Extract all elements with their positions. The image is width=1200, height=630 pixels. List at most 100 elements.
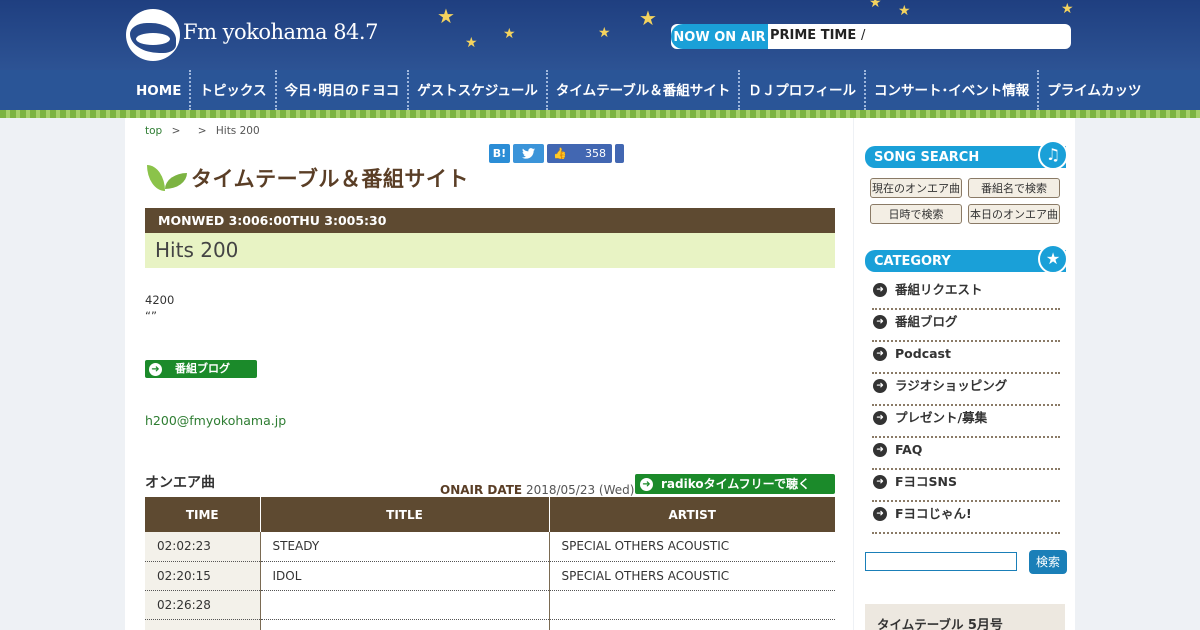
star-icon: ★ xyxy=(1061,1,1074,17)
nav-prime-cuts[interactable]: プライムカッツ xyxy=(1039,70,1149,110)
star-icon: ★ xyxy=(869,0,882,11)
section-title-text: タイムテーブル＆番組サイト xyxy=(191,167,469,191)
star-icon: ★ xyxy=(598,25,611,41)
table-row: 02:02:23 STEADY SPECIAL OTHERS ACOUSTIC xyxy=(145,532,835,562)
radiko-timefree-label: radikoタイムフリーで聴く xyxy=(661,477,810,491)
arrow-right-icon: ➜ xyxy=(873,315,887,329)
arrow-right-icon: ➜ xyxy=(873,411,887,425)
on-air-program: PRIME TIME xyxy=(770,28,857,43)
logo-icon[interactable] xyxy=(126,9,180,61)
twitter-button[interactable] xyxy=(513,144,544,163)
song-title: IDOL xyxy=(259,561,549,591)
now-on-air-bar[interactable]: NOW ON AIR PRIME TIME / xyxy=(671,24,1071,49)
description-line: 4200 xyxy=(145,293,175,307)
logo-text[interactable]: Fm yokohama 84.7 xyxy=(183,20,378,44)
column-header-time: TIME xyxy=(145,497,260,532)
table-row: 02:20:15 IDOL SPECIAL OTHERS ACOUSTIC xyxy=(145,561,835,591)
onair-date-value: 2018/05/23 (Wed) xyxy=(525,483,635,497)
program-email-link[interactable]: h200@fmyokohama.jp xyxy=(145,413,286,428)
song-artist xyxy=(548,619,835,630)
category-label: プレゼント/募集 xyxy=(895,410,988,425)
site-search-input[interactable] xyxy=(865,552,1017,571)
onair-songs-title: オンエア曲 xyxy=(145,475,215,491)
nav-topics[interactable]: トピックス xyxy=(191,70,277,110)
timetable-banner[interactable]: タイムテーブル 5月号 xyxy=(865,604,1065,630)
category-item-shopping[interactable]: ➜ ラジオショッピング xyxy=(872,374,1060,406)
song-artist xyxy=(548,590,835,620)
program-time: MONWED 3:006:00THU 3:005:30 xyxy=(145,208,835,233)
song-artist: SPECIAL OTHERS ACOUSTIC xyxy=(548,561,835,591)
category-label: Fヨコじゃん! xyxy=(895,506,972,521)
category-list: ➜ 番組リクエスト ➜ 番組ブログ ➜ Podcast ➜ ラジオショッピング ➜ プレゼ… xyxy=(872,278,1060,534)
table-row xyxy=(145,619,835,630)
radiko-timefree-button[interactable]: ➜ radikoタイムフリーで聴く xyxy=(635,474,835,494)
breadcrumb: top > > Hits 200 xyxy=(145,125,260,137)
today-onair-songs-button[interactable]: 本日のオンエア曲 xyxy=(968,204,1060,224)
facebook-like-button[interactable]: 👍 358 xyxy=(547,144,612,163)
arrow-right-icon: ➜ xyxy=(873,379,887,393)
category-label: FAQ xyxy=(895,442,923,457)
star-icon: ★ xyxy=(639,6,657,30)
song-time: 02:26:28 xyxy=(145,590,260,620)
arrow-right-icon: ➜ xyxy=(149,362,162,376)
nav-home[interactable]: HOME xyxy=(130,70,192,110)
onair-date: ONAIR DATE 2018/05/23 (Wed) xyxy=(440,483,634,497)
on-air-separator: / xyxy=(861,28,866,43)
column-header-artist: ARTIST xyxy=(548,497,835,532)
leaf-icon xyxy=(145,163,189,193)
program-blog-button[interactable]: ➜ 番組ブログ xyxy=(145,360,257,378)
search-by-date-button[interactable]: 日時で検索 xyxy=(870,204,962,224)
category-item-sns[interactable]: ➜ FヨコSNS xyxy=(872,470,1060,502)
song-title xyxy=(259,619,549,630)
sidebar: SONG SEARCH ♫ 現在のオンエア曲 番組名で検索 日時で検索 本日のオ… xyxy=(854,118,1075,630)
breadcrumb-current: Hits 200 xyxy=(215,125,260,137)
song-search-buttons: 現在のオンエア曲 番組名で検索 日時で検索 本日のオンエア曲 xyxy=(870,178,1062,224)
facebook-share-button[interactable] xyxy=(615,144,624,163)
description-line: “” xyxy=(145,309,157,323)
program-name: Hits 200 xyxy=(145,233,835,268)
twitter-icon xyxy=(522,148,535,159)
song-time xyxy=(145,619,260,630)
now-on-air-badge: NOW ON AIR xyxy=(671,24,768,49)
song-time: 02:20:15 xyxy=(145,561,260,591)
breadcrumb-top[interactable]: top xyxy=(145,125,162,137)
nav-today-tomorrow[interactable]: 今日･明日のＦヨコ xyxy=(277,70,410,110)
onair-songs-table: TIME TITLE ARTIST 02:02:23 STEADY SPECIA… xyxy=(145,497,835,630)
breadcrumb-sep: > xyxy=(171,125,181,137)
category-label: FヨコSNS xyxy=(895,474,958,489)
current-onair-song-button[interactable]: 現在のオンエア曲 xyxy=(870,178,962,198)
nav-concert-event[interactable]: コンサート･イベント情報 xyxy=(866,70,1040,110)
category-item-request[interactable]: ➜ 番組リクエスト xyxy=(872,278,1060,310)
site-search-button[interactable]: 検索 xyxy=(1029,550,1067,574)
category-item-faq[interactable]: ➜ FAQ xyxy=(872,438,1060,470)
star-icon: ★ xyxy=(503,26,516,42)
main-content: top > > Hits 200 B! 👍 358 タイムテーブル＆番組サイト … xyxy=(125,118,853,630)
nav-dj-profile[interactable]: ＤＪプロフィール xyxy=(740,70,867,110)
hatena-bookmark-button[interactable]: B! xyxy=(489,144,510,163)
category-title: CATEGORY xyxy=(874,254,951,269)
social-buttons: B! 👍 358 xyxy=(489,144,624,163)
category-item-blog[interactable]: ➜ 番組ブログ xyxy=(872,310,1060,342)
star-icon: ★ xyxy=(437,4,455,28)
onair-date-label: ONAIR DATE xyxy=(440,483,523,497)
star-icon: ★ xyxy=(898,3,911,19)
site-header: ★ ★ ★ ★ ★ ★ ★ ★ Fm yokohama 84.7 NOW ON … xyxy=(0,0,1200,70)
arrow-right-icon: ➜ xyxy=(873,347,887,361)
category-label: ラジオショッピング xyxy=(895,378,1008,393)
category-item-podcast[interactable]: ➜ Podcast xyxy=(872,342,1060,374)
category-item-fyokojan[interactable]: ➜ Fヨコじゃん! xyxy=(872,502,1060,534)
song-title: STEADY xyxy=(259,532,549,562)
arrow-right-icon: ➜ xyxy=(873,443,887,457)
category-item-present[interactable]: ➜ プレゼント/募集 xyxy=(872,406,1060,438)
song-time: 02:02:23 xyxy=(145,532,260,562)
arrow-right-icon: ➜ xyxy=(873,507,887,521)
nav-stripe xyxy=(0,110,1200,118)
category-label: 番組リクエスト xyxy=(895,282,983,297)
search-by-program-button[interactable]: 番組名で検索 xyxy=(968,178,1060,198)
star-icon: ★ xyxy=(465,35,478,51)
nav-guest-schedule[interactable]: ゲストスケジュール xyxy=(409,70,548,110)
music-disc-icon: ♫ xyxy=(1038,140,1068,170)
thumbs-up-icon: 👍 xyxy=(553,147,567,160)
table-row: 02:26:28 xyxy=(145,590,835,620)
nav-timetable[interactable]: タイムテーブル＆番組サイト xyxy=(548,70,741,110)
